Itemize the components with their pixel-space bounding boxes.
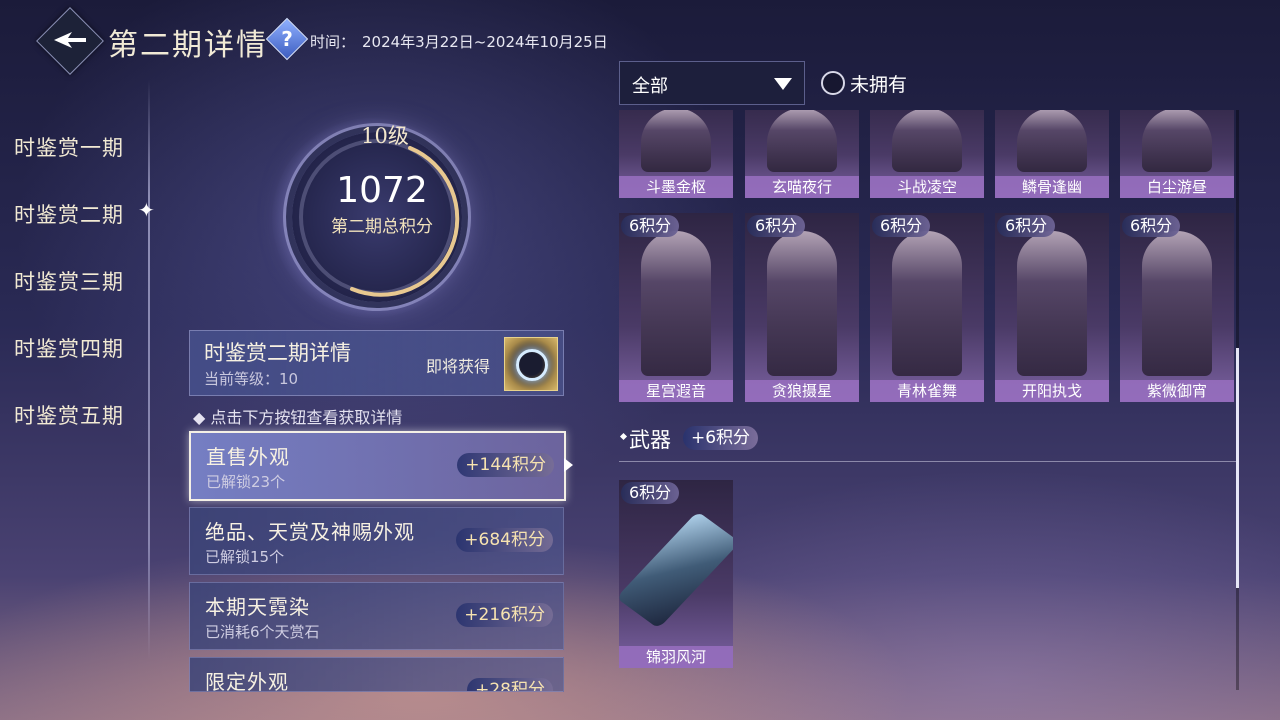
- category-points: +28积分: [467, 678, 553, 691]
- outfit-name: 星宫遐音: [619, 380, 733, 402]
- outfit-figure: [767, 110, 837, 172]
- question-mark-icon: ?: [281, 27, 293, 51]
- period-detail-card: 时鉴赏二期详情 当前等级：10 即将获得: [189, 330, 564, 396]
- outfit-figure: [1017, 110, 1087, 172]
- not-owned-label[interactable]: 未拥有: [850, 70, 907, 97]
- weapon-section-title: 武器: [629, 428, 671, 452]
- back-arrow-icon: [54, 32, 86, 48]
- outfit-name: 斗墨金枢: [619, 176, 733, 198]
- reward-item-icon[interactable]: [504, 337, 558, 391]
- category-points: +144积分: [457, 453, 554, 477]
- page-title: 第二期详情: [108, 28, 268, 63]
- outfit-figure: [767, 231, 837, 376]
- category-points: +684积分: [456, 528, 553, 552]
- sidebar-item-period-3[interactable]: 时鉴赏三期: [14, 266, 124, 296]
- outfit-card[interactable]: 6积分 星宫遐音: [619, 213, 733, 402]
- outfit-figure: [641, 231, 711, 376]
- filter-dropdown[interactable]: 全部: [619, 61, 805, 105]
- category-title: 本期天霓染: [205, 595, 310, 619]
- outfit-points-badge: 6积分: [747, 215, 806, 237]
- sidebar-item-period-4[interactable]: 时鉴赏四期: [14, 333, 124, 363]
- weapon-section-points: +6积分: [683, 426, 759, 450]
- outfit-card[interactable]: 白尘游昼: [1120, 110, 1234, 198]
- tip-label: 点击下方按钮查看获取详情: [210, 408, 403, 427]
- sidebar-item-period-5[interactable]: 时鉴赏五期: [14, 400, 124, 430]
- outfit-grid: 斗墨金枢 玄喵夜行 斗战凌空 鳞骨逢幽 白尘游昼 6积分 星宫遐音 6积分 贪狼…: [619, 110, 1236, 690]
- active-arrow-icon: [564, 458, 573, 472]
- outfit-name: 紫微御宵: [1120, 380, 1234, 402]
- outfit-figure: [892, 110, 962, 172]
- grid-scrollbar[interactable]: [1236, 110, 1239, 690]
- category-premium-outfits[interactable]: 绝品、天赏及神赐外观 已解锁15个 +684积分: [189, 507, 564, 575]
- outfit-name: 贪狼摄星: [745, 380, 859, 402]
- category-title: 直售外观: [206, 445, 290, 469]
- outfit-figure: [1142, 231, 1212, 376]
- time-range: 2024年3月22日~2024年10月25日: [362, 33, 608, 51]
- current-level: 当前等级：10: [204, 370, 299, 388]
- caret-down-icon: [774, 78, 792, 90]
- weapon-name: 锦羽风河: [619, 646, 733, 668]
- tip-text: ◆ 点击下方按钮查看获取详情: [193, 408, 403, 427]
- level-text: 10级: [361, 124, 409, 148]
- category-subtitle: 已解锁23个: [206, 473, 286, 491]
- outfit-name: 青林雀舞: [870, 380, 984, 402]
- outfit-card[interactable]: 6积分 贪狼摄星: [745, 213, 859, 402]
- outfit-card[interactable]: 6积分 开阳执戈: [995, 213, 1109, 402]
- outfit-card[interactable]: 6积分 紫微御宵: [1120, 213, 1234, 402]
- outfit-figure: [892, 231, 962, 376]
- coming-reward-label: 即将获得: [426, 357, 491, 376]
- outfit-card[interactable]: 斗战凌空: [870, 110, 984, 198]
- category-limited-outfits[interactable]: 限定外观 +28积分: [189, 657, 564, 692]
- outfit-points-badge: 6积分: [1122, 215, 1181, 237]
- dropdown-value: 全部: [632, 76, 668, 97]
- outfit-card[interactable]: 斗墨金枢: [619, 110, 733, 198]
- sidebar-divider: [148, 80, 150, 660]
- category-title: 绝品、天赏及神赐外观: [205, 520, 415, 544]
- outfit-card[interactable]: 玄喵夜行: [745, 110, 859, 198]
- selected-sparkle-icon: ✦: [138, 198, 155, 222]
- category-points: +216积分: [456, 603, 553, 627]
- outfit-figure: [1017, 231, 1087, 376]
- outfit-figure: [641, 110, 711, 172]
- outfit-name: 开阳执戈: [995, 380, 1109, 402]
- sidebar-item-period-2[interactable]: 时鉴赏二期: [14, 199, 124, 229]
- category-dye[interactable]: 本期天霓染 已消耗6个天赏石 +216积分: [189, 582, 564, 650]
- section-divider: [619, 461, 1236, 462]
- outfit-name: 玄喵夜行: [745, 176, 859, 198]
- ring-icon: [516, 349, 548, 381]
- outfit-card[interactable]: 鳞骨逢幽: [995, 110, 1109, 198]
- outfit-points-badge: 6积分: [872, 215, 931, 237]
- weapon-figure: [619, 511, 733, 629]
- sidebar-item-period-1[interactable]: 时鉴赏一期: [14, 132, 124, 162]
- outfit-points-badge: 6积分: [997, 215, 1056, 237]
- weapon-card[interactable]: 6积分 锦羽风河: [619, 480, 733, 668]
- outfit-name: 白尘游昼: [1120, 176, 1234, 198]
- outfit-figure: [1142, 110, 1212, 172]
- total-score-label: 第二期总积分: [331, 217, 433, 237]
- outfit-points-badge: 6积分: [621, 215, 680, 237]
- scrollbar-thumb[interactable]: [1236, 348, 1239, 588]
- category-title: 限定外观: [205, 670, 289, 692]
- detail-title: 时鉴赏二期详情: [204, 341, 351, 365]
- category-subtitle: 已解锁15个: [205, 548, 285, 566]
- category-subtitle: 已消耗6个天赏石: [205, 623, 320, 641]
- not-owned-radio[interactable]: [821, 71, 845, 95]
- category-direct-sale[interactable]: 直售外观 已解锁23个 +144积分: [189, 431, 566, 501]
- outfit-name: 斗战凌空: [870, 176, 984, 198]
- time-label: 时间：: [310, 33, 356, 51]
- outfit-card[interactable]: 6积分 青林雀舞: [870, 213, 984, 402]
- outfit-name: 鳞骨逢幽: [995, 176, 1109, 198]
- weapon-points-badge: 6积分: [621, 482, 680, 504]
- total-score: 1072: [336, 170, 428, 211]
